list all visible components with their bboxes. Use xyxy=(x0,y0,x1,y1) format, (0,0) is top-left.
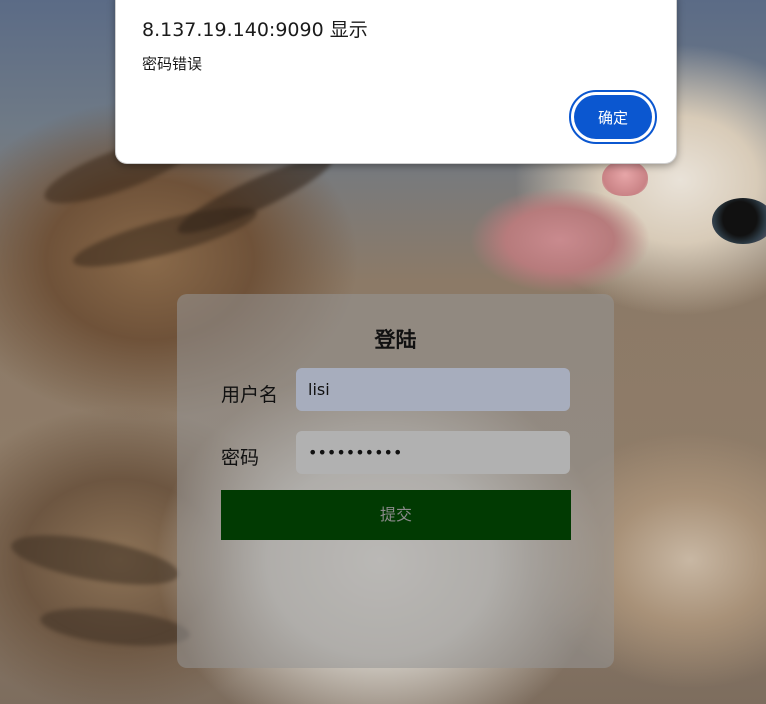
ok-button-focus-ring: 确定 xyxy=(569,90,657,144)
dialog-message: 密码错误 xyxy=(142,55,203,73)
login-title: 登陆 xyxy=(374,328,417,352)
username-input[interactable] xyxy=(296,368,570,411)
password-label: 密码 xyxy=(221,447,260,469)
cat-eye xyxy=(712,198,766,244)
ok-button[interactable]: 确定 xyxy=(574,95,652,139)
cat-nose xyxy=(602,160,648,196)
password-input[interactable] xyxy=(296,431,570,474)
login-panel: 登陆 用户名 密码 提交 xyxy=(177,294,614,668)
alert-dialog: 8.137.19.140:9090 显示 密码错误 确定 xyxy=(115,0,677,164)
submit-button[interactable]: 提交 xyxy=(221,490,571,540)
dialog-title: 8.137.19.140:9090 显示 xyxy=(142,19,368,41)
username-label: 用户名 xyxy=(221,384,279,406)
